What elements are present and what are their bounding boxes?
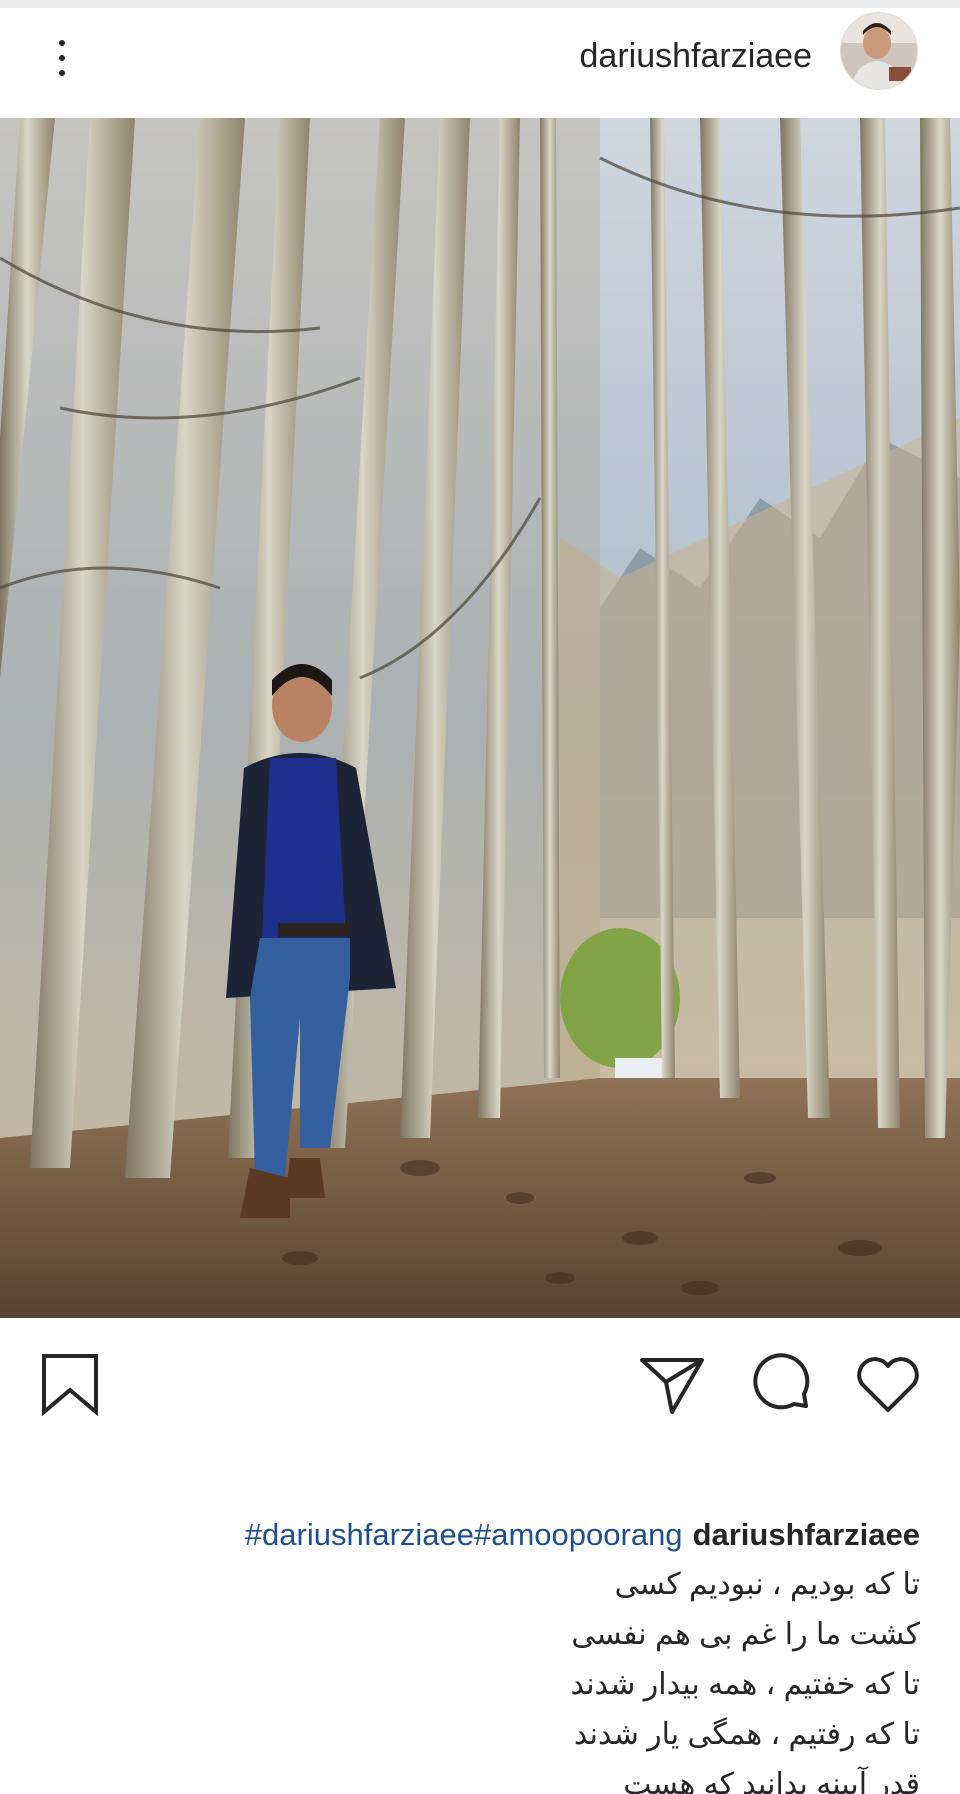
caption-line: تا که رفتیم ، همگی یار شدند bbox=[573, 1718, 920, 1751]
top-divider bbox=[0, 0, 960, 8]
post-photo[interactable] bbox=[0, 118, 960, 1318]
caption-hashtags[interactable]: #dariushfarziaee#amoopoorang bbox=[245, 1517, 683, 1552]
dot bbox=[59, 55, 65, 61]
post-header: dariushfarziaee bbox=[0, 8, 960, 118]
caption-header: #dariushfarziaee#amoopoorang dariushfarzi… bbox=[0, 1510, 920, 1560]
caption-line: تا که بودیم ، نبودیم کسی bbox=[614, 1568, 920, 1601]
avatar[interactable] bbox=[840, 12, 918, 90]
bookmark-icon[interactable] bbox=[34, 1348, 106, 1420]
dot bbox=[59, 40, 65, 46]
share-icon[interactable] bbox=[636, 1348, 708, 1420]
dot bbox=[59, 70, 65, 76]
caption-username[interactable]: dariushfarziaee bbox=[693, 1517, 920, 1552]
caption-line: قدر آیینه بدانید که هست bbox=[623, 1768, 920, 1794]
caption-line: تا که خفتیم ، همه بیدار شدند bbox=[570, 1668, 920, 1701]
caption-line: کشت ما را غم بی هم نفسی bbox=[571, 1618, 920, 1651]
more-options-icon[interactable] bbox=[42, 28, 82, 88]
post-username[interactable]: dariushfarziaee bbox=[580, 34, 812, 78]
comment-icon[interactable] bbox=[746, 1348, 818, 1420]
post-caption: #dariushfarziaee#amoopoorang dariushfarzi… bbox=[0, 1510, 960, 1794]
heart-icon[interactable] bbox=[852, 1348, 924, 1420]
post-actions-bar bbox=[0, 1318, 960, 1448]
